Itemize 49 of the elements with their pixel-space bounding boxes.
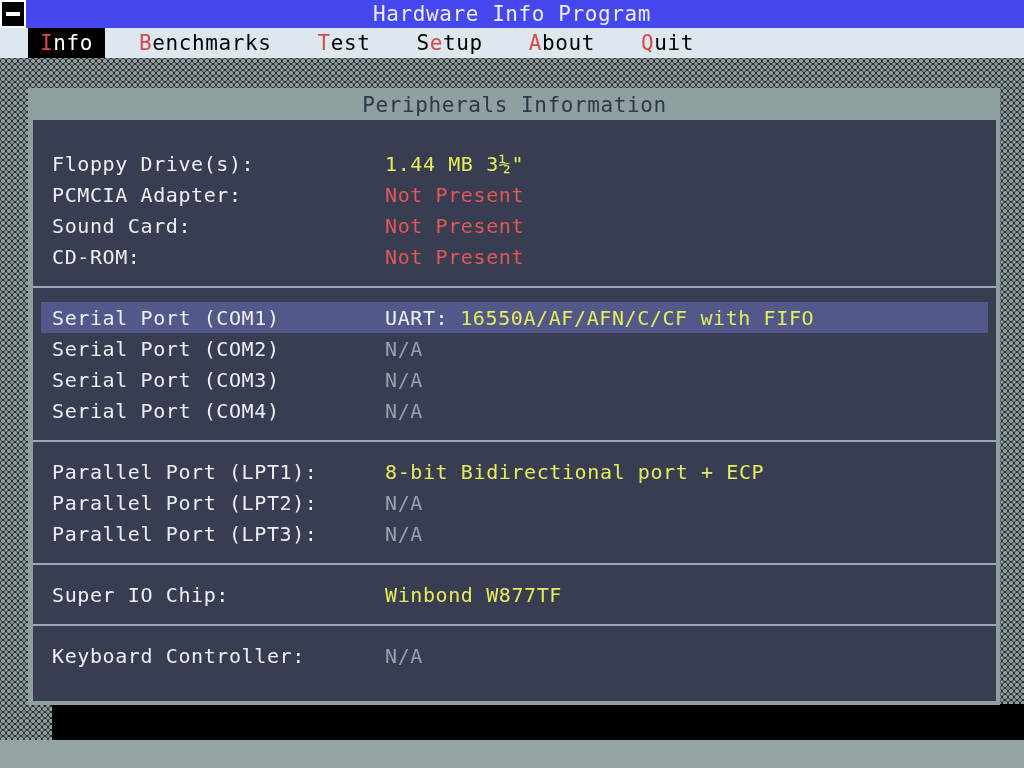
menu-item[interactable]: Setup [404,28,495,58]
info-row[interactable]: Serial Port (COM2) N/A [41,333,988,364]
row-value: Winbond W877TF [385,582,562,607]
row-label: Floppy Drive(s): [52,151,256,176]
info-row[interactable]: Keyboard Controller: N/A [41,640,988,671]
row-label: Keyboard Controller: [52,643,306,668]
row-label: Super IO Chip: [52,582,230,607]
value-prefix: UART: [385,305,449,330]
row-value: Not Present [385,182,525,207]
info-row[interactable]: Super IO Chip: Winbond W877TF [41,579,988,610]
row-label: Serial Port (COM2) [52,336,281,361]
row-label: Parallel Port (LPT3): [52,521,319,546]
info-row[interactable]: PCMCIA Adapter: Not Present [41,179,988,210]
info-row[interactable]: Serial Port (COM3) N/A [41,364,988,395]
row-value: N/A [385,336,423,361]
info-row[interactable]: Sound Card: Not Present [41,210,988,241]
info-row[interactable]: Serial Port (COM4) N/A [41,395,988,426]
row-value: N/A [385,398,423,423]
row-value: N/A [385,490,423,515]
row-label: Serial Port (COM3) [52,367,281,392]
menu-item[interactable]: Test [305,28,383,58]
row-value: Not Present [385,213,525,238]
menu-item[interactable]: Quit [628,28,706,58]
panel-title: Peripherals Information [361,92,668,119]
info-row[interactable]: Parallel Port (LPT2): N/A [41,487,988,518]
system-menu-icon[interactable] [0,0,26,28]
row-value: 8-bit Bidirectional port + ECP [385,459,765,484]
row-value: N/A [385,521,423,546]
info-row[interactable]: CD-ROM: Not Present [41,241,988,272]
menu-item[interactable]: Benchmarks [127,28,284,58]
row-value: N/A [385,367,423,392]
row-value: 1.44 MB 3½" [385,151,525,176]
row-value: N/A [385,643,423,668]
row-label: Serial Port (COM4) [52,398,281,423]
info-row[interactable]: Floppy Drive(s): 1.44 MB 3½" [41,148,988,179]
row-label: Sound Card: [52,213,193,238]
row-label: Parallel Port (LPT1): [52,459,319,484]
info-row[interactable]: Serial Port (COM1) UART: 16550A/AF/AFN/C/CF with FIFO [41,302,988,333]
info-row[interactable]: Parallel Port (LPT1): 8-bit Bidirectional port + ECP [41,456,988,487]
row-label: Parallel Port (LPT2): [52,490,319,515]
menu-item[interactable]: About [516,28,607,58]
info-row[interactable]: Parallel Port (LPT3): N/A [41,518,988,549]
row-value: Not Present [385,244,525,269]
row-value: 16550A/AF/AFN/C/CF with FIFO [460,305,815,330]
row-label: Serial Port (COM1) [52,305,281,330]
row-label: CD-ROM: [52,244,142,269]
menu-item[interactable]: Info [28,28,105,58]
window-title: Hardware Info Program [372,2,652,26]
row-label: PCMCIA Adapter: [52,182,243,207]
